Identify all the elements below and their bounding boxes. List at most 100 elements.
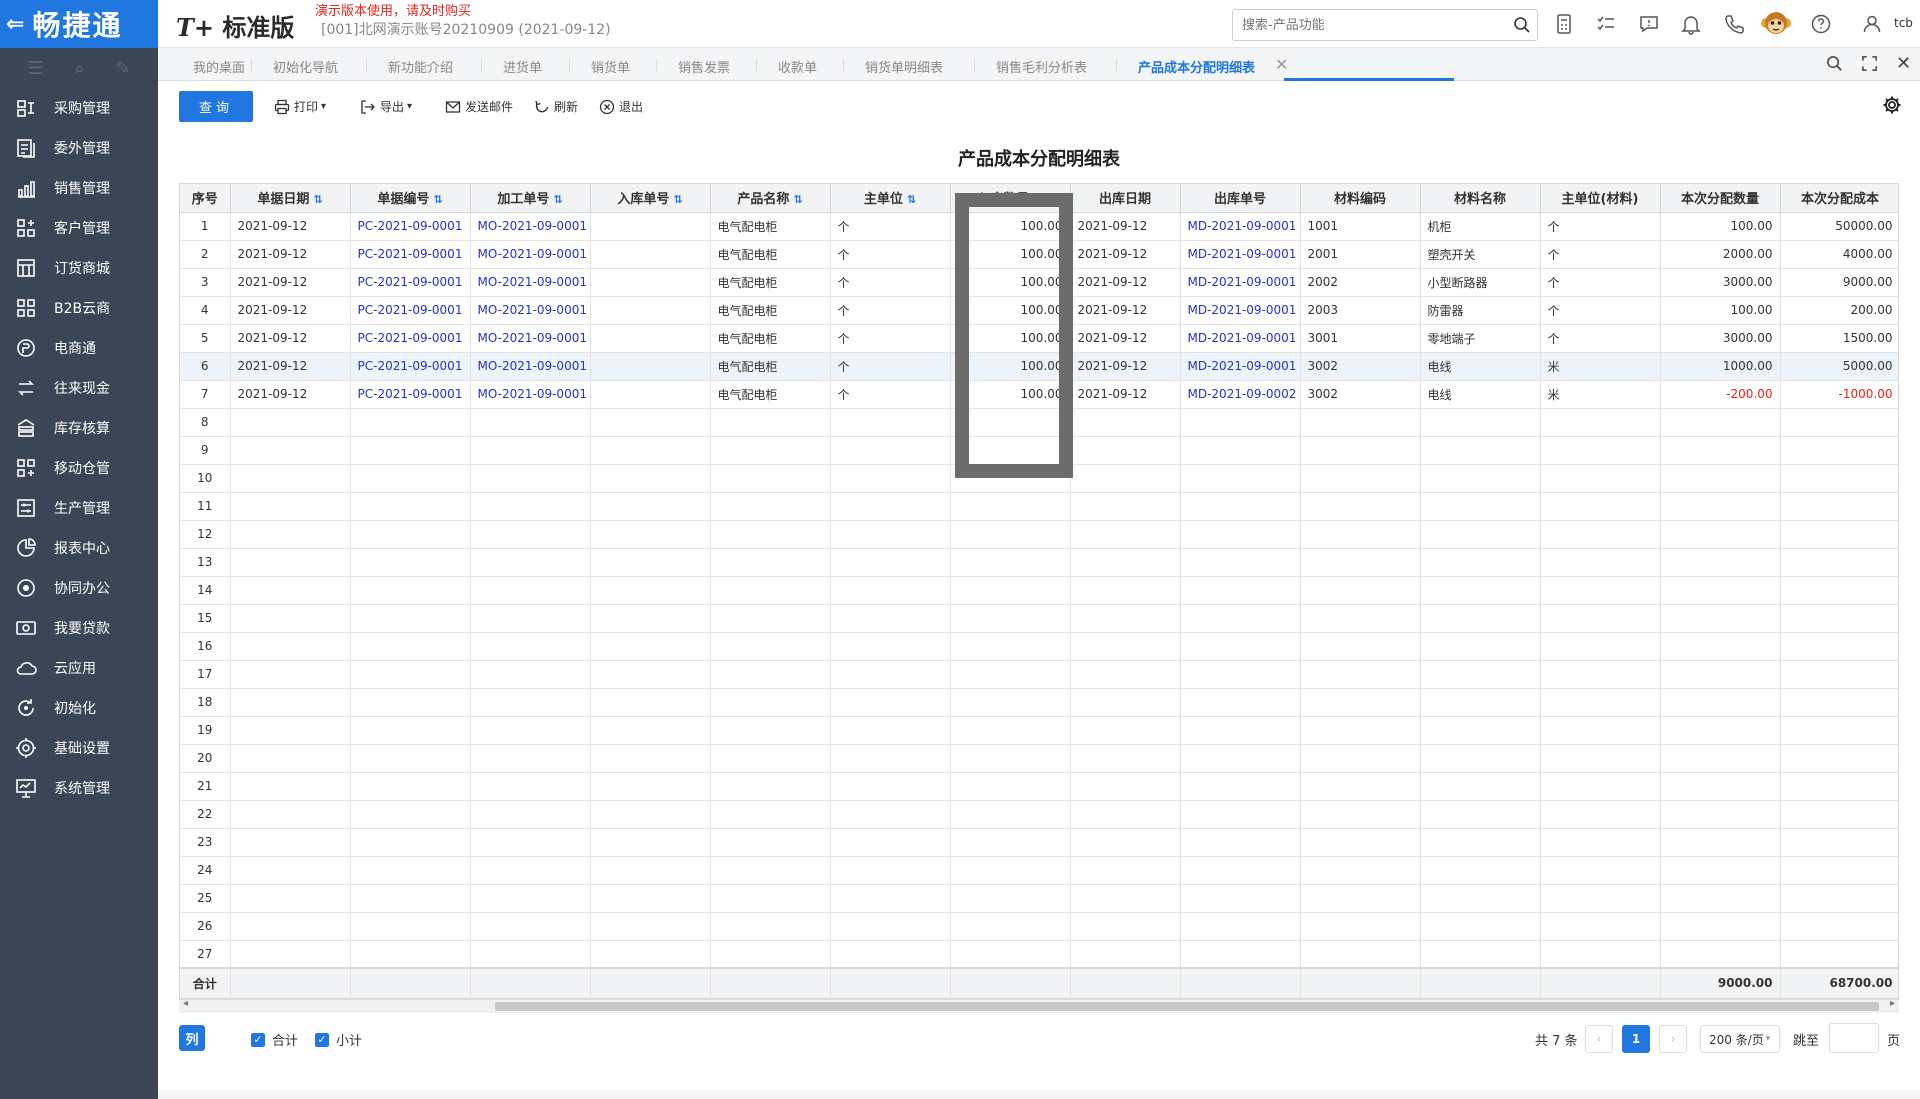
sort-icon[interactable]: ⇅	[1033, 193, 1042, 206]
column-header[interactable]: 入库单号 ⇅	[590, 184, 711, 213]
sort-icon[interactable]: ⇅	[313, 193, 322, 206]
table-cell[interactable]: PC-2021-09-0001	[350, 296, 471, 325]
table-row[interactable]: 24	[180, 856, 1898, 885]
tab[interactable]: 销售毛利分析表	[996, 57, 1087, 76]
page-size-select[interactable]: 200 条/页 ▾	[1700, 1025, 1780, 1053]
table-row[interactable]: 27	[180, 940, 1898, 969]
task-list-icon[interactable]	[1595, 13, 1617, 35]
sidebar-item[interactable]: 初始化	[0, 688, 158, 728]
table-row[interactable]: 20	[180, 744, 1898, 773]
search-icon[interactable]	[1513, 16, 1531, 38]
sidebar-item[interactable]: 报表中心	[0, 528, 158, 568]
page-1-button[interactable]: 1	[1622, 1025, 1650, 1053]
column-header[interactable]: 单据编号 ⇅	[350, 184, 471, 213]
tab[interactable]: 销货单明细表	[865, 57, 943, 76]
sidebar-item[interactable]: 协同办公	[0, 568, 158, 608]
help-icon[interactable]	[1810, 13, 1832, 35]
tab[interactable]: 新功能介绍	[388, 57, 453, 76]
table-cell[interactable]: MO-2021-09-0001	[470, 268, 591, 297]
menu-icon[interactable]: ☰	[27, 58, 43, 79]
search-icon[interactable]: ⌕	[74, 58, 84, 79]
tab-search-icon[interactable]	[1826, 55, 1843, 76]
sort-icon[interactable]: ⇅	[793, 193, 802, 206]
sort-icon[interactable]: ⇅	[907, 193, 916, 206]
table-cell[interactable]: MO-2021-09-0001	[470, 324, 591, 353]
sidebar-item[interactable]: 生产管理	[0, 488, 158, 528]
app-logo[interactable]: ⇐ 畅捷通	[0, 0, 158, 48]
table-row[interactable]: 18	[180, 688, 1898, 717]
table-row[interactable]: 3 2021-09-12 PC-2021-09-0001 MO-2021-09-000…	[180, 268, 1898, 297]
table-row[interactable]: 9	[180, 436, 1898, 465]
table-row[interactable]: 4 2021-09-12 PC-2021-09-0001 MO-2021-09-000…	[180, 296, 1898, 325]
sidebar-item[interactable]: 我要贷款	[0, 608, 158, 648]
table-cell[interactable]: PC-2021-09-0001	[350, 380, 471, 409]
column-header[interactable]: 入库数量 ⇅	[950, 184, 1071, 213]
table-cell[interactable]: MD-2021-09-0001	[1180, 296, 1301, 325]
table-row[interactable]: 17	[180, 660, 1898, 689]
table-cell[interactable]: PC-2021-09-0001	[350, 352, 471, 381]
table-row[interactable]: 10	[180, 464, 1898, 493]
column-header[interactable]: 主单位 ⇅	[830, 184, 951, 213]
column-header[interactable]: 出库单号	[1180, 184, 1301, 213]
sidebar-item[interactable]: 往来现金	[0, 368, 158, 408]
sidebar-item[interactable]: 移动仓管	[0, 448, 158, 488]
sidebar-item[interactable]: 电商通	[0, 328, 158, 368]
table-cell[interactable]: MD-2021-09-0002	[1180, 380, 1301, 409]
sidebar-item[interactable]: 云应用	[0, 648, 158, 688]
table-cell[interactable]: MD-2021-09-0001	[1180, 324, 1301, 353]
sort-icon[interactable]: ⇅	[553, 193, 562, 206]
table-row[interactable]: 22	[180, 800, 1898, 829]
table-row[interactable]: 11	[180, 492, 1898, 521]
column-layout-button[interactable]: 列	[179, 1025, 205, 1051]
table-cell[interactable]: MO-2021-09-0001	[470, 212, 591, 241]
send-email-button[interactable]: 发送邮件	[445, 98, 513, 115]
table-cell[interactable]: PC-2021-09-0001	[350, 240, 471, 269]
table-row[interactable]: 6 2021-09-12 PC-2021-09-0001 MO-2021-09-000…	[180, 352, 1898, 381]
print-button[interactable]: 打印 ▾	[274, 98, 326, 115]
column-header[interactable]: 本次分配数量	[1660, 184, 1781, 213]
sidebar-item[interactable]: 委外管理	[0, 128, 158, 168]
notification-bell-icon[interactable]	[1680, 13, 1702, 35]
monkey-avatar-icon[interactable]	[1760, 8, 1792, 40]
table-row[interactable]: 13	[180, 548, 1898, 577]
scroll-right-icon[interactable]: ▸	[1890, 998, 1895, 1009]
sort-icon[interactable]: ⇅	[433, 193, 442, 206]
column-header[interactable]: 材料名称	[1420, 184, 1541, 213]
tab[interactable]: 销货单	[591, 57, 630, 76]
sidebar-item[interactable]: 订货商城	[0, 248, 158, 288]
demo-warning[interactable]: 演示版本使用，请及时购买	[315, 0, 471, 19]
sidebar-item[interactable]: 销售管理	[0, 168, 158, 208]
column-header[interactable]: 单据日期 ⇅	[230, 184, 351, 213]
table-cell[interactable]: MO-2021-09-0001	[470, 380, 591, 409]
column-header[interactable]: 序号	[180, 184, 231, 213]
table-row[interactable]: 15	[180, 604, 1898, 633]
gear-icon[interactable]	[1882, 95, 1902, 119]
table-row[interactable]: 19	[180, 716, 1898, 745]
fullscreen-icon[interactable]	[1861, 55, 1878, 76]
table-row[interactable]: 8	[180, 408, 1898, 437]
prev-page-button[interactable]: ‹	[1585, 1025, 1613, 1053]
user-icon[interactable]	[1861, 13, 1883, 35]
tab[interactable]: 销售发票	[678, 57, 730, 76]
export-button[interactable]: 导出 ▾	[360, 98, 412, 115]
column-header[interactable]: 加工单号 ⇅	[470, 184, 591, 213]
tab[interactable]: 初始化导航	[273, 57, 338, 76]
table-cell[interactable]: PC-2021-09-0001	[350, 324, 471, 353]
tab[interactable]: 进货单	[503, 57, 542, 76]
tab[interactable]: 产品成本分配明细表	[1138, 57, 1255, 76]
table-row[interactable]: 25	[180, 884, 1898, 913]
back-arrow-icon[interactable]: ⇐	[6, 12, 26, 37]
table-cell[interactable]: PC-2021-09-0001	[350, 212, 471, 241]
column-header[interactable]: 产品名称 ⇅	[710, 184, 831, 213]
scrollbar-thumb[interactable]	[495, 1002, 1879, 1011]
close-tab-icon[interactable]: ✕	[1275, 55, 1288, 74]
close-all-icon[interactable]: ✕	[1896, 53, 1911, 74]
table-row[interactable]: 1 2021-09-12 PC-2021-09-0001 MO-2021-09-000…	[180, 212, 1898, 241]
exit-button[interactable]: 退出	[599, 98, 643, 115]
refresh-button[interactable]: 刷新	[534, 98, 578, 115]
column-header[interactable]: 主单位(材料)	[1540, 184, 1661, 213]
phone-icon[interactable]	[1723, 13, 1745, 35]
sidebar-item[interactable]: B2B云商	[0, 288, 158, 328]
column-header[interactable]: 本次分配成本	[1780, 184, 1898, 213]
sidebar-item[interactable]: 库存核算	[0, 408, 158, 448]
